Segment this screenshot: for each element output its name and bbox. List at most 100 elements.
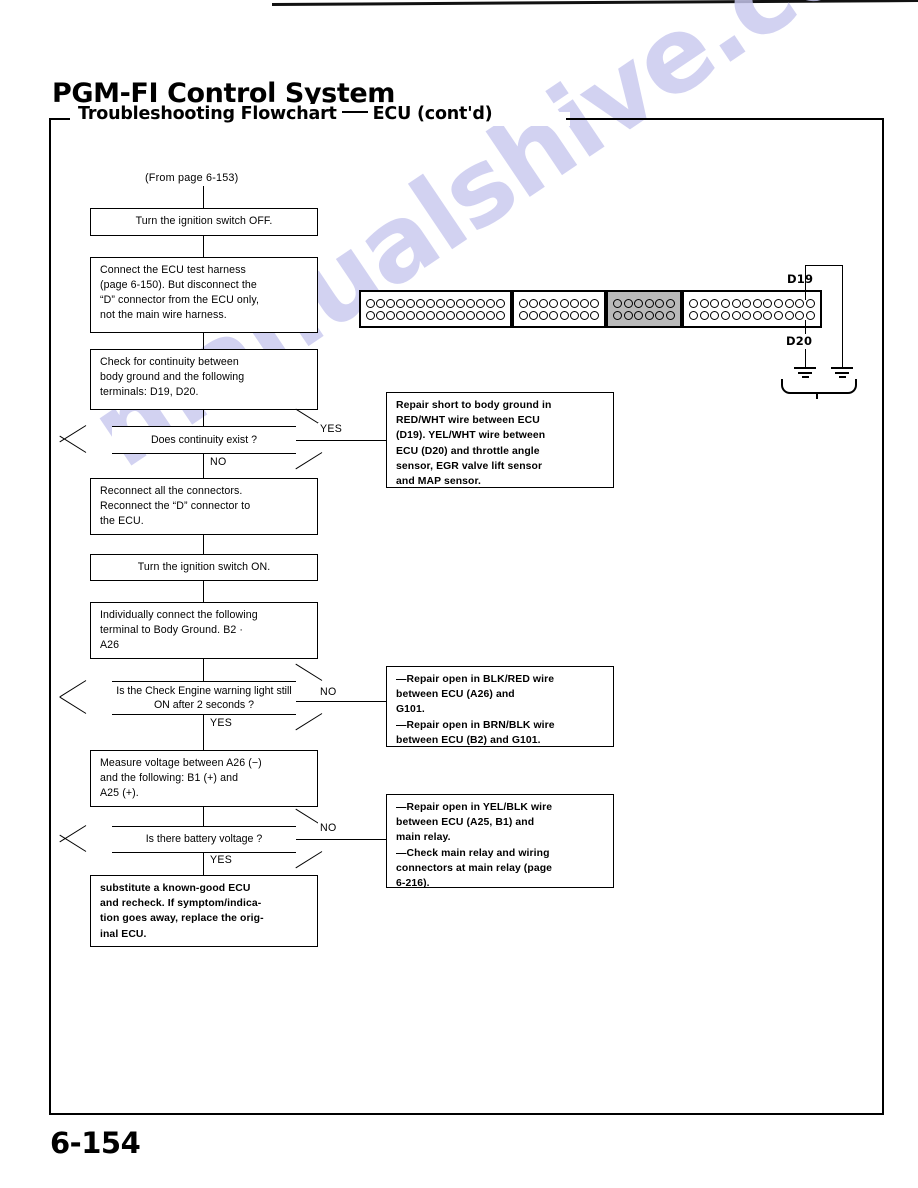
step-reconnect-line-3: the ECU. <box>100 515 144 528</box>
connector-pin <box>569 310 579 320</box>
connector-pin <box>446 298 455 308</box>
repair-open-blk-red: —Repair open in BLK/RED wire between ECU… <box>386 666 614 747</box>
connector-pin <box>742 298 752 308</box>
connector-pin <box>795 310 805 320</box>
step-reconnect-line-2: Reconnect the “D” connector to <box>100 500 251 513</box>
connector-pin <box>549 298 559 308</box>
repair-yelblk-line-6: 6-216). <box>396 877 430 889</box>
step-ignition-off-label: Turn the ignition switch OFF. <box>135 215 273 228</box>
repair-blkred-line-3: G101. <box>396 704 425 716</box>
connector-pin <box>416 310 425 320</box>
step-individually-connect-line-2: terminal to Body Ground. B2 · <box>100 624 244 637</box>
connector-7-d3 <box>203 807 204 826</box>
connector-pin <box>476 310 485 320</box>
connector-pin <box>396 310 405 320</box>
repair-yelblk-line-1: —Repair open in YEL/BLK wire <box>396 802 553 813</box>
step-check-continuity-line-2: body ground and the following <box>100 371 245 384</box>
repair-yelblk-line-5: connectors at main relay (page <box>396 862 553 874</box>
step-check-continuity: Check for continuity between body ground… <box>90 349 318 410</box>
connector-pin <box>720 310 730 320</box>
connector-pin <box>784 310 794 320</box>
connector-pin <box>579 298 589 308</box>
pin-row <box>689 298 815 308</box>
page-number: 6-154 <box>50 1126 141 1160</box>
step-measure-voltage-line-3: A25 (+). <box>100 787 139 800</box>
connector-block-d <box>682 290 822 328</box>
connector-5-6 <box>203 581 204 602</box>
pin-row <box>366 310 505 320</box>
connector-pin <box>795 298 805 308</box>
decision-battery-voltage-left-cap <box>59 825 112 852</box>
pin-row <box>519 310 599 320</box>
step-substitute-ecu-line-4: inal ECU. <box>100 928 147 940</box>
connector-pin <box>559 298 569 308</box>
step-measure-voltage-line-1: Measure voltage between A26 (−) <box>100 757 262 769</box>
repair-short-line-5: sensor, EGR valve lift sensor <box>396 460 543 472</box>
connector-pin <box>774 310 783 320</box>
connector-pin <box>539 310 549 320</box>
ground-symbol-right <box>831 367 853 378</box>
step-substitute-ecu: substitute a known-good ECU and recheck.… <box>90 875 318 947</box>
connector-pin <box>396 298 405 308</box>
step-individually-connect-line-3: A26 <box>100 639 120 652</box>
scan-artifact-streak <box>271 0 918 6</box>
connector-block-a <box>359 290 512 328</box>
pin-row <box>366 298 505 308</box>
connector-pin <box>665 298 675 308</box>
ground-brace-tick <box>816 392 818 399</box>
connector-from-page <box>203 186 204 208</box>
pin-row <box>613 310 675 320</box>
repair-short-line-4: ECU (D20) and throttle angle <box>396 445 540 457</box>
lead-top-horizontal <box>805 265 843 266</box>
decision-battery-voltage-yes-label: YES <box>208 854 235 866</box>
connector-pin <box>456 310 465 320</box>
connector-pin <box>623 310 633 320</box>
repair-short-line-6: and MAP sensor. <box>396 475 482 487</box>
decision-check-engine-yes-label: YES <box>208 717 235 729</box>
connector-pin <box>644 310 654 320</box>
step-substitute-ecu-line-2: and recheck. If symptom/indica- <box>100 898 262 910</box>
connector-pin <box>805 298 815 308</box>
step-connect-harness-line-4: not the main wire harness. <box>100 309 227 322</box>
step-ignition-on: Turn the ignition switch ON. <box>90 554 318 581</box>
step-reconnect: Reconnect all the connectors. Reconnect … <box>90 478 318 535</box>
lead-d20-down <box>805 349 806 367</box>
step-measure-voltage: Measure voltage between A26 (−) and the … <box>90 750 318 807</box>
step-connect-harness-line-3: “D” connector from the ECU only, <box>100 294 260 307</box>
decision-check-engine-label: Is the Check Engine warning light still … <box>112 684 296 713</box>
connector-pin <box>406 298 415 308</box>
pin-row <box>689 310 815 320</box>
branch-no-battery-voltage <box>296 839 396 840</box>
connector-pin <box>446 310 455 320</box>
connector-d1-4 <box>203 454 204 478</box>
lead-d19-up <box>805 265 806 286</box>
connector-pin <box>496 310 505 320</box>
lead-right-vertical <box>842 265 843 367</box>
repair-yelblk-line-4: —Check main relay and wiring <box>396 847 550 859</box>
from-page-label: (From page 6-153) <box>145 172 239 184</box>
connector-pin <box>436 310 445 320</box>
repair-yelblk-line-3: main relay. <box>396 832 451 844</box>
decision-check-engine-no-label: NO <box>318 686 339 698</box>
step-reconnect-line-1: Reconnect all the connectors. <box>100 485 243 497</box>
connector-pin <box>466 298 475 308</box>
section-title-suffix: ECU (cont'd) <box>372 104 493 124</box>
connector-pin <box>613 298 622 308</box>
connector-pin <box>539 298 549 308</box>
branch-yes-continuity <box>296 440 396 441</box>
repair-blkred-line-2: between ECU (A26) and <box>396 689 515 701</box>
connector-4-5 <box>203 535 204 554</box>
connector-block-c <box>606 290 682 328</box>
step-ignition-on-label: Turn the ignition switch ON. <box>137 560 271 573</box>
connector-pin <box>426 310 435 320</box>
section-title-prefix: Troubleshooting Flowchart <box>78 104 337 124</box>
connector-pin <box>763 310 773 320</box>
connector-pin <box>699 310 709 320</box>
decision-check-engine-line-1: Is the Check Engine warning light <box>116 684 274 697</box>
connector-pin <box>376 310 385 320</box>
connector-pin <box>710 298 720 308</box>
connector-pin <box>416 298 425 308</box>
connector-pin <box>456 298 465 308</box>
document-page: manualshive.com PGM-FI Control System Tr… <box>0 0 918 1188</box>
repair-short-line-3: (D19). YEL/WHT wire between <box>396 430 546 442</box>
